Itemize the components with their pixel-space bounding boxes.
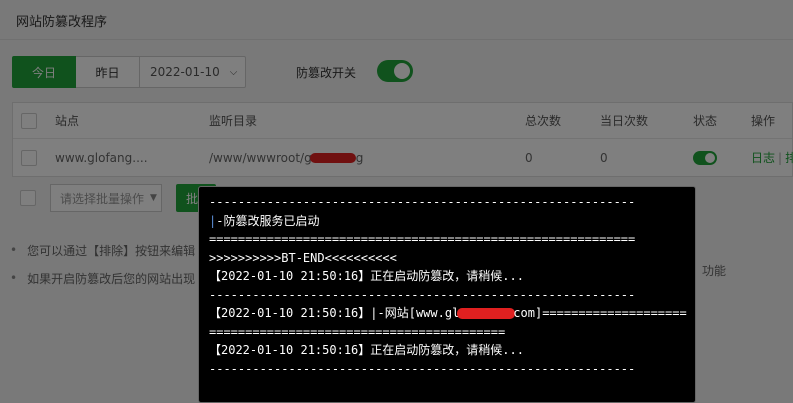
console-line: 【2022-01-10 21:50:16】正在启动防篡改，请稍候... [209, 269, 524, 283]
console-text: com]==================== [513, 306, 687, 320]
console-line: ========================================… [209, 324, 506, 339]
redaction-mark [457, 308, 516, 319]
console-line: ----------------------------------------… [209, 287, 636, 302]
console-line: ========================================… [209, 232, 636, 246]
console-line: >>>>>>>>>>BT-END<<<<<<<<<< [209, 250, 397, 265]
console-text: -防篡改服务已启动 [216, 213, 320, 228]
console-line: |-防篡改服务已启动 [209, 212, 685, 231]
console-line: ----------------------------------------… [209, 195, 636, 209]
console-line: 【2022-01-10 21:50:16】|-网站[www.gl com]====… [209, 304, 687, 323]
console-line: 【2022-01-10 21:50:16】正在启动防篡改，请稍候... [209, 343, 524, 357]
console-text: 【2022-01-10 21:50:16】|-网站[www.gl [209, 306, 460, 320]
console-window: ----------------------------------------… [198, 186, 696, 403]
console-line: ----------------------------------------… [209, 361, 636, 376]
